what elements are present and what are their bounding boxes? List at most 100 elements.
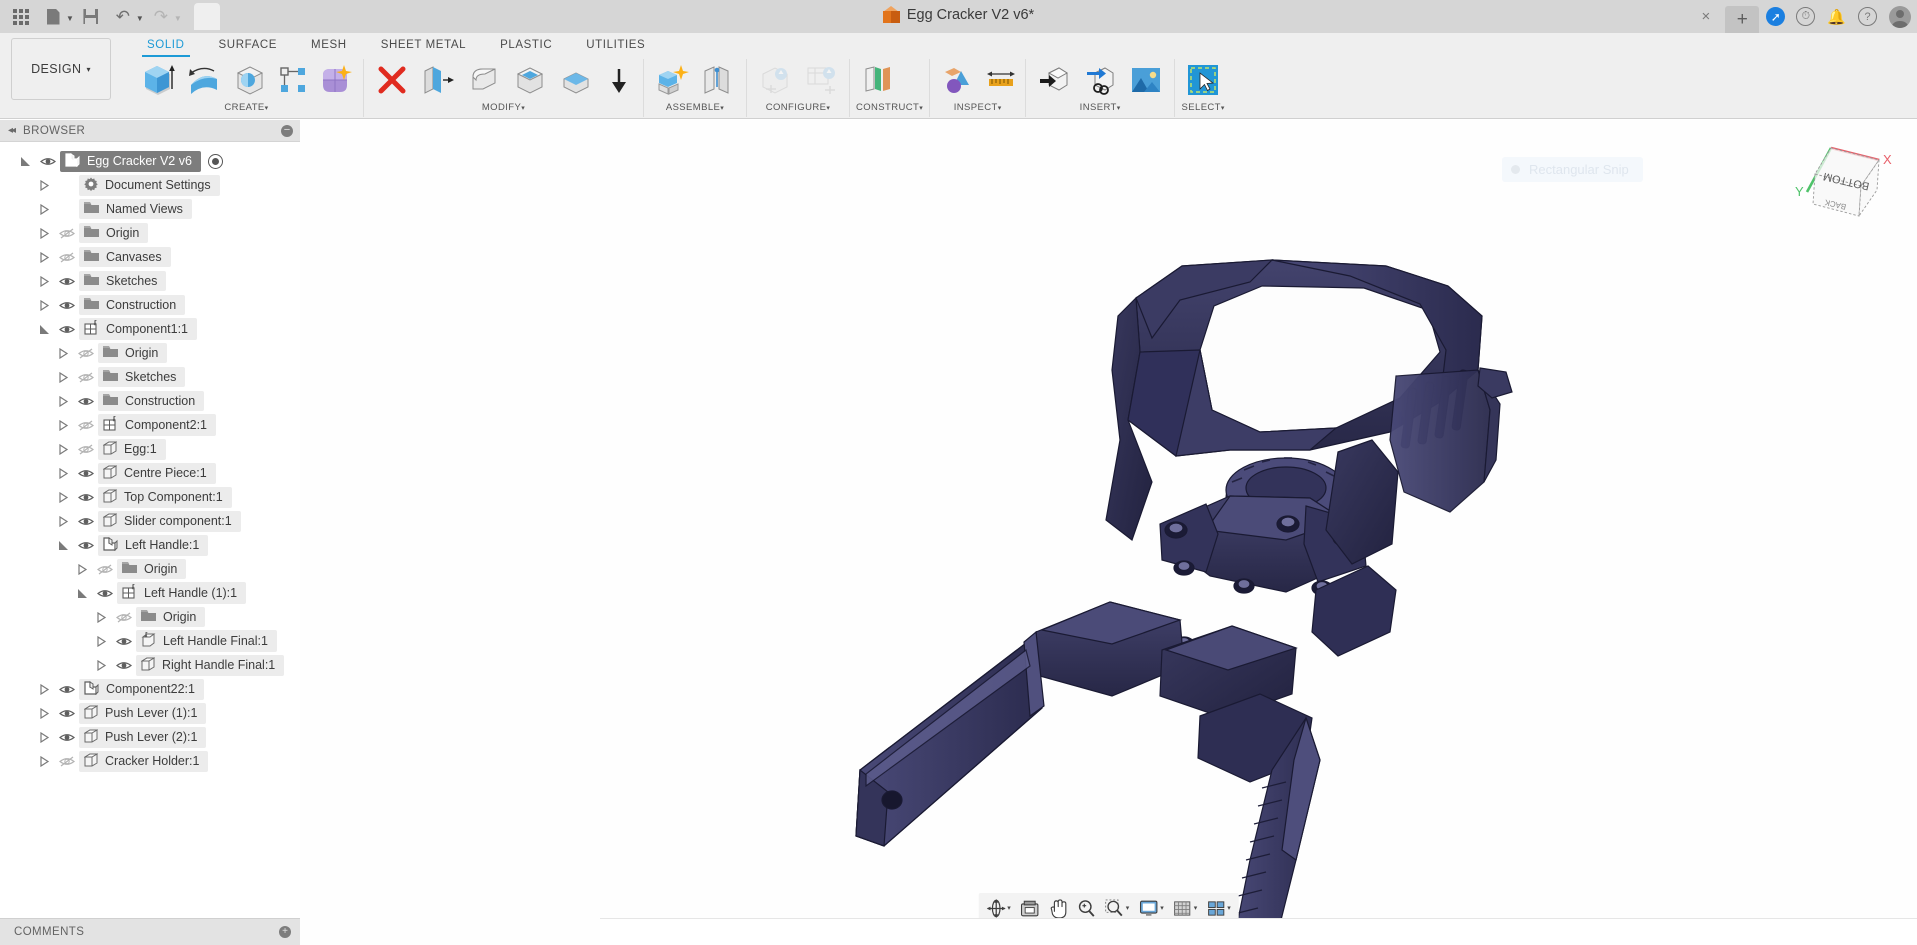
tree-item[interactable]: Left Handle (1):1: [0, 581, 300, 605]
tree-item-label-group[interactable]: Cracker Holder:1: [79, 750, 209, 772]
eye-hidden-icon[interactable]: [93, 564, 117, 575]
eye-visible-icon[interactable]: [112, 636, 136, 647]
expander-collapsed-icon[interactable]: [90, 635, 112, 647]
view-cube[interactable]: X Y BOTTOM BACK: [1779, 130, 1899, 235]
tree-item[interactable]: Left Handle Final:1: [0, 629, 300, 653]
move-copy-icon[interactable]: [600, 61, 637, 99]
eye-hidden-icon[interactable]: [55, 228, 79, 239]
expander-collapsed-icon[interactable]: [33, 299, 55, 311]
expander-collapsed-icon[interactable]: [52, 371, 74, 383]
new-component-icon[interactable]: [650, 59, 694, 101]
tree-item[interactable]: Component2:1: [0, 413, 300, 437]
tab-sheet-metal[interactable]: SHEET METAL: [364, 35, 483, 57]
eye-visible-icon[interactable]: [74, 516, 98, 527]
tree-item[interactable]: Centre Piece:1: [0, 461, 300, 485]
save-icon[interactable]: [76, 3, 106, 30]
expander-collapsed-icon[interactable]: [52, 347, 74, 359]
tree-item-label-group[interactable]: Construction: [79, 295, 186, 315]
insert-derive-icon[interactable]: [1032, 59, 1076, 101]
tree-item[interactable]: Left Handle:1: [0, 533, 300, 557]
comments-bar[interactable]: COMMENTS +: [0, 918, 300, 945]
panel-insert-label[interactable]: INSERT▾: [1032, 102, 1168, 113]
expander-collapsed-icon[interactable]: [33, 203, 55, 215]
configuration-table-icon[interactable]: [799, 59, 843, 101]
eye-hidden-icon[interactable]: [74, 444, 98, 455]
tab-solid[interactable]: SOLID: [130, 35, 202, 57]
extension-icon[interactable]: ➚: [1766, 7, 1786, 26]
expander-collapsed-icon[interactable]: [33, 275, 55, 287]
panel-construct-label[interactable]: CONSTRUCT▾: [856, 102, 923, 113]
tree-item[interactable]: Origin: [0, 557, 300, 581]
tree-item-label-group[interactable]: Left Handle:1: [98, 534, 209, 556]
eye-hidden-icon[interactable]: [55, 252, 79, 263]
viewports-chevron-down-icon[interactable]: ▾: [1227, 904, 1231, 912]
eye-visible-icon[interactable]: [112, 660, 136, 671]
tree-item[interactable]: Named Views: [0, 197, 300, 221]
expander-collapsed-icon[interactable]: [33, 731, 55, 743]
new-document-chevron-down-icon[interactable]: ▼: [66, 14, 74, 23]
eye-hidden-icon[interactable]: [74, 420, 98, 431]
expander-expanded-icon[interactable]: [14, 156, 36, 167]
eye-visible-icon[interactable]: [74, 492, 98, 503]
expander-collapsed-icon[interactable]: [33, 683, 55, 695]
tree-item[interactable]: Egg:1: [0, 437, 300, 461]
tree-item[interactable]: Top Component:1: [0, 485, 300, 509]
display-settings-chevron-down-icon[interactable]: ▾: [1160, 904, 1164, 912]
tree-item-label-group[interactable]: Origin: [136, 607, 206, 627]
new-document-icon[interactable]: [38, 3, 68, 30]
delete-icon[interactable]: [370, 59, 414, 101]
tree-item[interactable]: Origin: [0, 221, 300, 245]
tab-utilities[interactable]: UTILITIES: [569, 35, 662, 57]
tree-item[interactable]: Origin: [0, 341, 300, 365]
eye-visible-icon[interactable]: [93, 588, 117, 599]
configure-design-icon[interactable]: [753, 59, 797, 101]
panel-inspect-label[interactable]: INSPECT▾: [936, 102, 1019, 113]
expander-collapsed-icon[interactable]: [52, 491, 74, 503]
tab-mesh[interactable]: MESH: [294, 35, 364, 57]
tree-item[interactable]: Origin: [0, 605, 300, 629]
tree-item-label-group[interactable]: Left Handle Final:1: [136, 630, 277, 652]
insert-mcmaster-icon[interactable]: [1078, 59, 1122, 101]
offset-plane-icon[interactable]: [856, 59, 900, 101]
expander-collapsed-icon[interactable]: [71, 563, 93, 575]
undo-icon[interactable]: ↶: [108, 3, 138, 30]
fillet-icon[interactable]: [462, 59, 506, 101]
tree-item-label-group[interactable]: Top Component:1: [98, 486, 232, 508]
expander-collapsed-icon[interactable]: [52, 467, 74, 479]
section-analysis-icon[interactable]: [936, 59, 980, 101]
expander-expanded-icon[interactable]: [71, 588, 93, 599]
tree-item-label-group[interactable]: Push Lever (2):1: [79, 726, 207, 748]
tree-item[interactable]: Construction: [0, 293, 300, 317]
undo-chevron-down-icon[interactable]: ▼: [136, 14, 144, 23]
help-icon[interactable]: ?: [1858, 7, 1877, 26]
tree-item-label-group[interactable]: Centre Piece:1: [98, 462, 216, 484]
expander-collapsed-icon[interactable]: [52, 395, 74, 407]
tree-item-label-group[interactable]: Origin: [79, 223, 149, 243]
tree-item[interactable]: Right Handle Final:1: [0, 653, 300, 677]
expander-collapsed-icon[interactable]: [33, 179, 55, 191]
expander-collapsed-icon[interactable]: [33, 755, 55, 767]
tree-item[interactable]: Sketches: [0, 269, 300, 293]
expander-collapsed-icon[interactable]: [52, 515, 74, 527]
redo-icon[interactable]: ↷: [146, 3, 176, 30]
expander-collapsed-icon[interactable]: [90, 659, 112, 671]
tree-item[interactable]: Canvases: [0, 245, 300, 269]
tree-item[interactable]: Construction: [0, 389, 300, 413]
tree-item[interactable]: Component22:1: [0, 677, 300, 701]
panel-create-label[interactable]: CREATE▾: [136, 102, 357, 113]
zoom-window-chevron-down-icon[interactable]: ▾: [1126, 904, 1130, 912]
expander-collapsed-icon[interactable]: [90, 611, 112, 623]
tree-item-label-group[interactable]: Left Handle (1):1: [117, 582, 247, 604]
orbit-chevron-down-icon[interactable]: ▾: [1007, 904, 1011, 912]
create-form-icon[interactable]: [313, 59, 357, 101]
tree-item-label-group[interactable]: Sketches: [98, 367, 186, 387]
tree-item-label-group[interactable]: Origin: [117, 559, 187, 579]
eye-visible-icon[interactable]: [74, 468, 98, 479]
tree-item-label-group[interactable]: Document Settings: [79, 174, 220, 196]
panel-assemble-label[interactable]: ASSEMBLE▾: [650, 102, 740, 113]
activate-component-radio[interactable]: [207, 153, 223, 169]
tree-item-label-group[interactable]: Egg:1: [98, 438, 166, 460]
tree-item-label-group[interactable]: Push Lever (1):1: [79, 702, 207, 724]
eye-hidden-icon[interactable]: [112, 612, 136, 623]
eye-visible-icon[interactable]: [55, 276, 79, 287]
